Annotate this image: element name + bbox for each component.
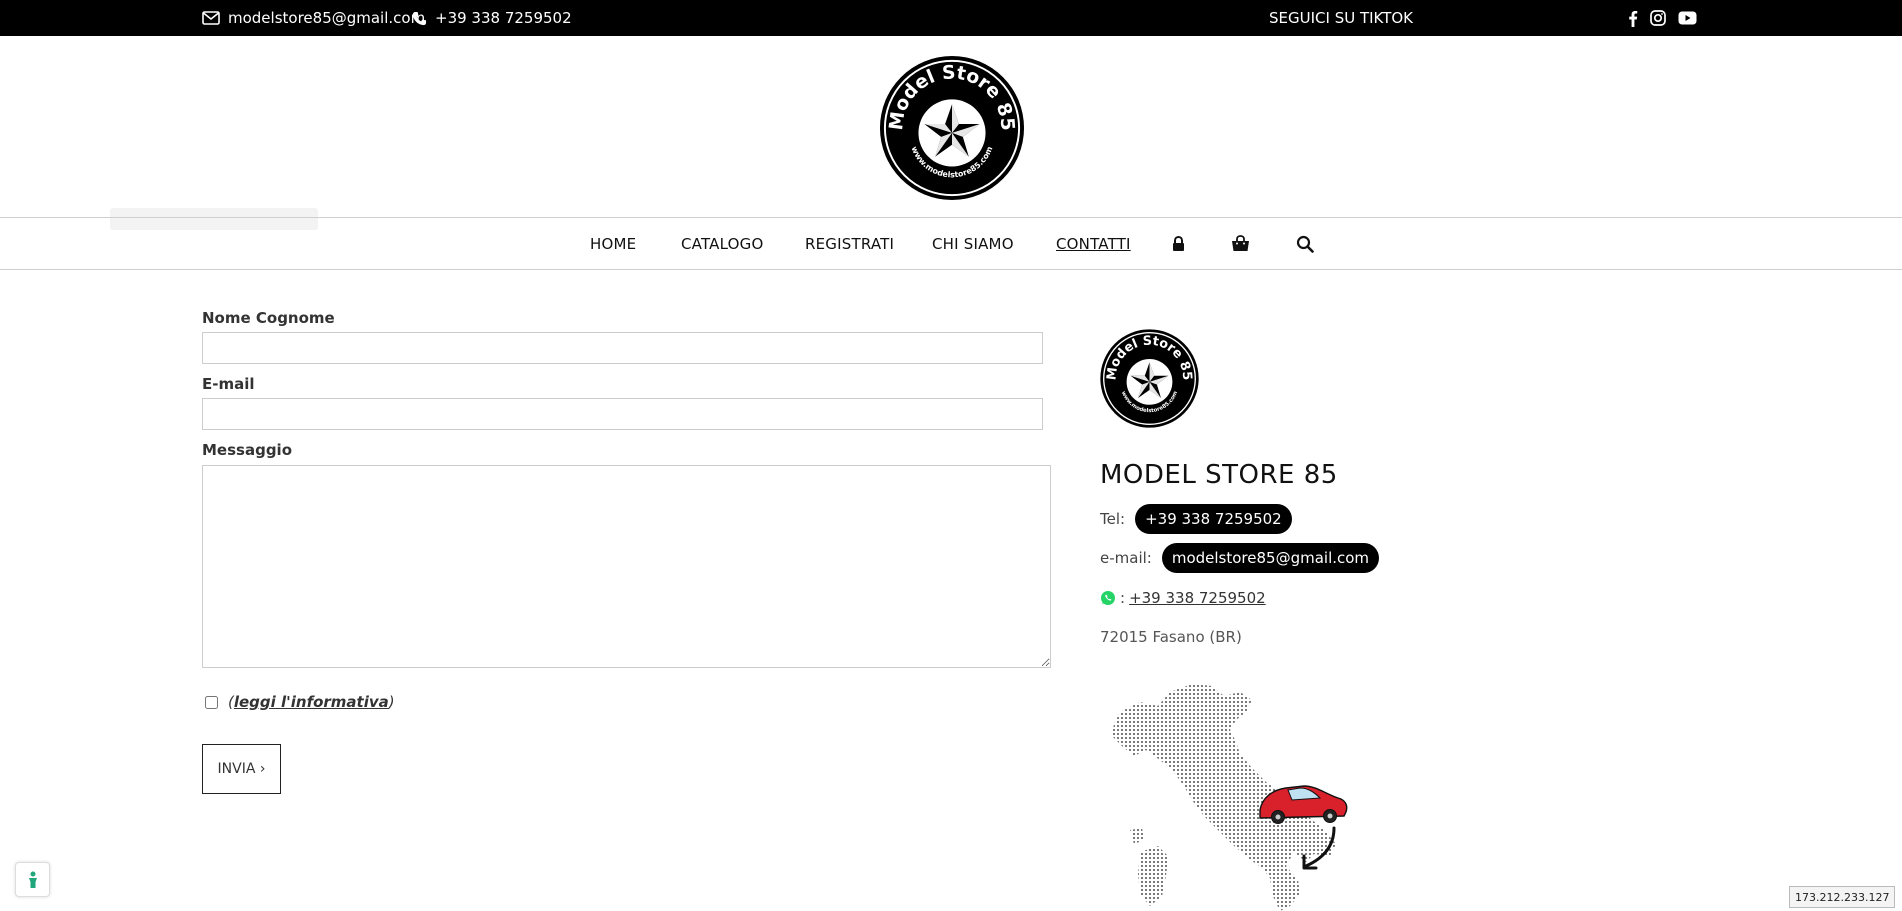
store-address: 72015 Fasano (BR) [1100, 628, 1242, 646]
topbar-phone[interactable]: +39 338 7259502 [412, 0, 572, 36]
ip-address-badge: 173.212.233.127 [1789, 886, 1896, 908]
submit-button[interactable]: INVIA › [202, 744, 281, 794]
name-label: Nome Cognome [202, 309, 335, 327]
topbar-email[interactable]: modelstore85@gmail.com [202, 0, 425, 36]
top-bar: modelstore85@gmail.com +39 338 7259502 S… [0, 0, 1902, 36]
email-field[interactable] [202, 398, 1043, 430]
email-pill[interactable]: modelstore85@gmail.com [1161, 543, 1380, 573]
name-field[interactable] [202, 332, 1043, 364]
nav-registrati[interactable]: REGISTRATI [805, 218, 894, 269]
main-nav: HOME CATALOGO REGISTRATI CHI SIAMO CONTA… [0, 217, 1902, 270]
store-logo[interactable]: Model Store 85 www.modelstore85.com [878, 54, 1026, 202]
whatsapp-icon [1101, 591, 1115, 605]
nav-home[interactable]: HOME [590, 218, 636, 269]
cookie-settings-button[interactable] [15, 862, 50, 897]
store-tel-row: Tel: +39 338 7259502 [1100, 504, 1292, 534]
tel-label: Tel: [1100, 510, 1126, 528]
message-field[interactable] [202, 465, 1051, 668]
privacy-text: (leggi l'informativa) [228, 693, 395, 711]
youtube-icon[interactable] [1678, 11, 1697, 25]
store-email-row: e-mail: modelstore85@gmail.com [1100, 543, 1380, 573]
instagram-icon[interactable] [1650, 10, 1666, 26]
privacy-link[interactable]: leggi l'informativa [234, 693, 389, 711]
lock-icon[interactable] [1172, 218, 1185, 269]
nav-catalogo[interactable]: CATALOGO [681, 218, 764, 269]
privacy-consent: (leggi l'informativa) [205, 693, 395, 711]
search-icon[interactable] [1296, 218, 1314, 269]
envelope-icon [202, 11, 220, 25]
social-links [1628, 0, 1697, 36]
store-whatsapp-row: : +39 338 7259502 [1100, 589, 1266, 607]
nav-contatti[interactable]: CONTATTI [1056, 218, 1131, 269]
privacy-checkbox[interactable] [205, 695, 218, 709]
store-logo-small: Model Store 85 www.modelstore85.com [1100, 329, 1199, 428]
whatsapp-link[interactable]: +39 338 7259502 [1129, 589, 1266, 607]
message-label: Messaggio [202, 441, 292, 459]
accessibility-icon [28, 871, 37, 888]
tiktok-link[interactable]: SEGUICI SU TIKTOK [1269, 0, 1413, 36]
privacy-paren-close: ) [388, 693, 395, 711]
italy-map [1112, 684, 1348, 911]
nav-chi-siamo[interactable]: CHI SIAMO [932, 218, 1014, 269]
phone-icon [412, 11, 427, 25]
store-name: MODEL STORE 85 [1100, 460, 1338, 490]
email-label-store: e-mail: [1100, 549, 1152, 567]
tiktok-link-label[interactable]: SEGUICI SU TIKTOK [1269, 9, 1413, 27]
shopping-bag-icon[interactable] [1231, 218, 1250, 269]
email-label: E-mail [202, 375, 255, 393]
topbar-email-text[interactable]: modelstore85@gmail.com [228, 9, 425, 27]
tel-pill[interactable]: +39 338 7259502 [1135, 504, 1292, 534]
site-header: Model Store 85 www.modelstore85.com [0, 36, 1902, 230]
facebook-icon[interactable] [1628, 10, 1638, 27]
topbar-phone-text[interactable]: +39 338 7259502 [435, 9, 572, 27]
whatsapp-separator: : [1120, 589, 1126, 607]
